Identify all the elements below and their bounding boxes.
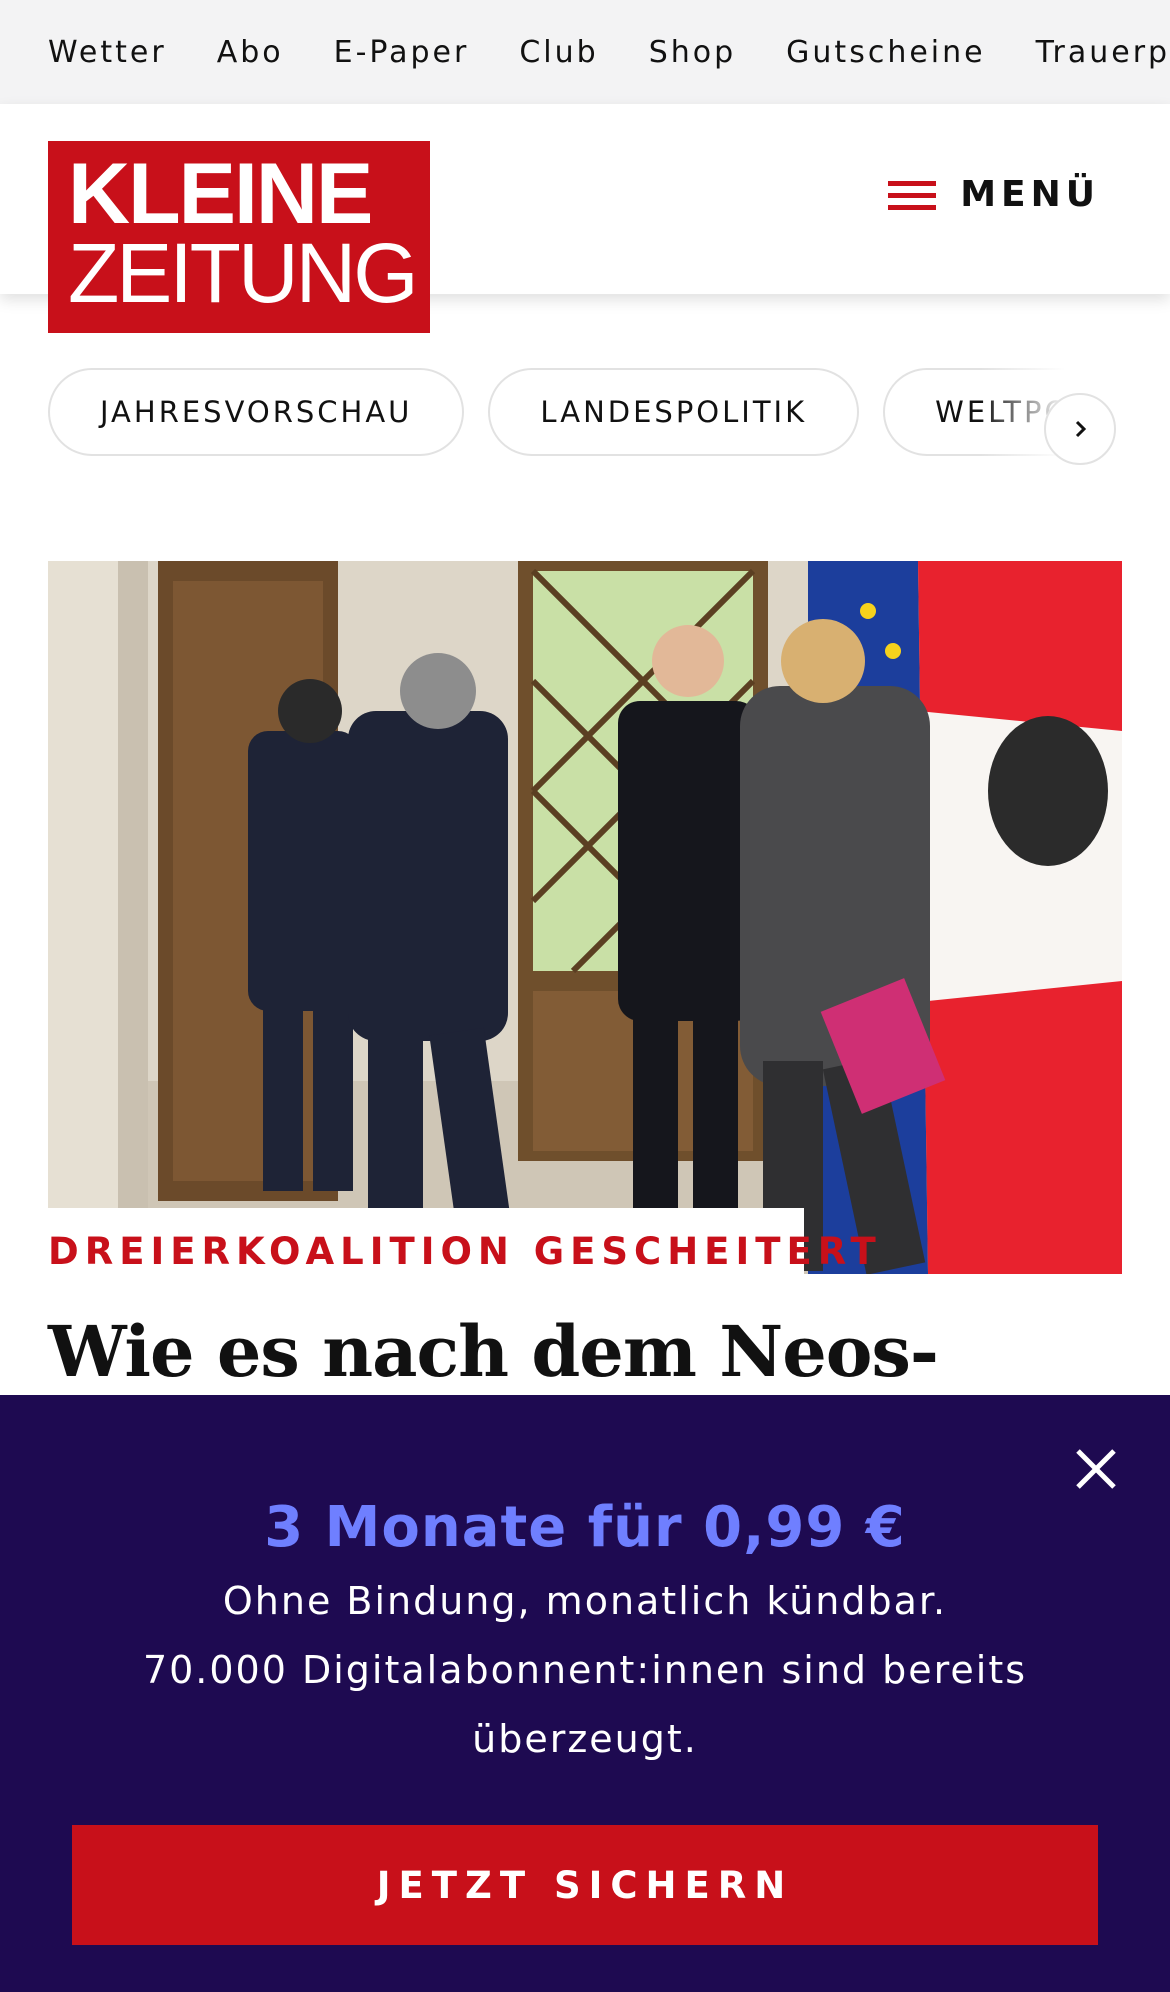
offer-subtitle: Ohne Bindung, monatlich kündbar. (222, 1579, 948, 1623)
service-nav-item-trauerportal[interactable]: Trauerportal (1036, 35, 1170, 70)
close-icon (1076, 1449, 1116, 1489)
kicker-box: DREIERKOALITION GESCHEITERT (48, 1208, 876, 1318)
hamburger-icon (888, 177, 937, 213)
topic-chips: JAHRESVORSCHAU LANDESPOLITIK WELTPOLITIK (0, 368, 1170, 460)
service-nav-item-abo[interactable]: Abo (217, 35, 284, 70)
service-nav-item-shop[interactable]: Shop (649, 35, 736, 70)
chevron-right-icon (1075, 420, 1087, 438)
hero-image[interactable] (48, 561, 1122, 1274)
service-nav-item-club[interactable]: Club (519, 35, 598, 70)
service-nav-item-epaper[interactable]: E-Paper (334, 35, 470, 70)
chip-landespolitik[interactable]: LANDESPOLITIK (488, 368, 860, 456)
article-headline[interactable]: Wie es nach dem Neos- (48, 1306, 1128, 1398)
site-header: KLEINE ZEITUNG MENÜ (0, 104, 1170, 333)
service-nav: Wetter Abo E-Paper Club Shop Gutscheine … (0, 0, 1170, 104)
chips-next-button[interactable] (1044, 393, 1116, 465)
offer-title: 3 Monate für 0,99 € (264, 1495, 906, 1560)
article-kicker[interactable]: DREIERKOALITION GESCHEITERT (48, 1230, 876, 1273)
menu-label: MENÜ (960, 174, 1100, 215)
cta-button[interactable]: JETZT SICHERN (72, 1825, 1098, 1945)
offer-social-proof: 70.000 Digitalabonnent:innen sind bereit… (142, 1648, 1028, 1761)
chip-jahresvorschau[interactable]: JAHRESVORSCHAU (48, 368, 465, 456)
service-nav-item-wetter[interactable]: Wetter (48, 35, 167, 70)
menu-button[interactable]: MENÜ (888, 174, 1100, 215)
logo-line-1: KLEINE (68, 146, 373, 242)
service-nav-item-gutscheine[interactable]: Gutscheine (786, 35, 985, 70)
close-button[interactable] (1072, 1445, 1120, 1493)
logo-line-2: ZEITUNG (68, 226, 419, 320)
site-logo[interactable]: KLEINE ZEITUNG (48, 141, 430, 333)
paywall-overlay: 3 Monate für 0,99 € Ohne Bindung, monatl… (0, 1395, 1170, 1992)
